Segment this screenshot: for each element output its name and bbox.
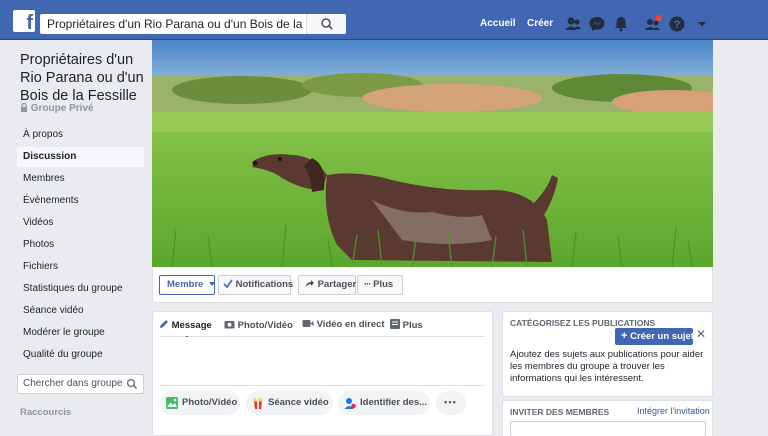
plus-icon: + xyxy=(621,330,628,342)
embed-invite-link[interactable]: Intégrer l'invitation xyxy=(637,406,710,416)
messenger-icon[interactable] xyxy=(587,14,607,34)
group-title[interactable]: Propriétaires d'un Rio Parana ou d'un Bo… xyxy=(20,51,148,105)
group-privacy-text: Groupe Privé xyxy=(30,103,94,114)
composer-tab-more-label: Plus xyxy=(402,320,423,331)
search-icon xyxy=(321,18,333,30)
sidebar-item-moderate-group[interactable]: Modérer le groupe xyxy=(17,323,144,343)
create-topic-button[interactable]: + Créer un sujet xyxy=(615,328,694,345)
sidebar-item-photos[interactable]: Photos xyxy=(17,235,144,255)
composer-tab-live-video-label: Vidéo en direct xyxy=(316,319,385,330)
membership-button-label: Membre xyxy=(167,279,204,290)
nav-create-link[interactable]: Créer xyxy=(527,18,553,29)
composer-action-photo-video[interactable]: Photo/Vidéo xyxy=(160,391,240,415)
composer-tab-photo-video[interactable]: Photo/Vidéo xyxy=(224,319,293,331)
cover-photo-dog-image xyxy=(152,40,713,267)
notifications-bell-icon[interactable] xyxy=(611,14,631,34)
facebook-logo-icon[interactable]: f xyxy=(13,10,35,34)
search-icon xyxy=(126,378,137,389)
share-button-label: Partager xyxy=(317,279,357,290)
pencil-icon xyxy=(160,320,168,328)
sidebar-item-discussion[interactable]: Discussion xyxy=(17,147,144,167)
sidebar-item-about[interactable]: À propos xyxy=(17,125,144,145)
sidebar-item-group-insights[interactable]: Statistiques du groupe xyxy=(17,279,144,299)
more-button-label: Plus xyxy=(373,279,394,290)
more-button[interactable]: ··· Plus xyxy=(357,275,403,295)
composer-action-tag-people-label: Identifier des... xyxy=(360,397,428,408)
notifications-button-label: Notifications xyxy=(235,279,294,290)
lock-icon xyxy=(21,102,27,112)
grid-icon xyxy=(390,319,400,329)
invite-members-input[interactable] xyxy=(510,421,706,436)
search-input-value: Propriétaires d'un Rio Parana ou d'un Bo… xyxy=(47,17,347,31)
sidebar-item-group-quality[interactable]: Qualité du groupe xyxy=(17,345,144,365)
notifications-button[interactable]: Notifications xyxy=(218,275,294,295)
group-search-placeholder: Chercher dans groupe xyxy=(23,378,123,389)
account-menu-chevron-icon[interactable] xyxy=(692,14,712,34)
composer-action-tag-people[interactable]: Identifier des... xyxy=(338,391,430,415)
membership-button[interactable]: Membre xyxy=(159,275,216,295)
invite-members-heading: INVITER DES MEMBRES xyxy=(510,407,610,417)
group-search-input[interactable]: Chercher dans groupe xyxy=(17,374,144,394)
svg-text:?: ? xyxy=(674,19,681,31)
sidebar-item-files[interactable]: Fichiers xyxy=(17,257,144,277)
composer-tab-more[interactable]: Plus xyxy=(390,319,423,331)
composer-tab-message[interactable]: Message xyxy=(159,319,212,331)
popcorn-icon xyxy=(253,397,263,409)
composer-tab-message-label: Message xyxy=(171,320,212,331)
composer-tab-live-video[interactable]: Vidéo en direct xyxy=(302,319,385,330)
share-arrow-icon xyxy=(305,280,314,287)
search-input[interactable]: Propriétaires d'un Rio Parana ou d'un Bo… xyxy=(40,14,346,34)
share-button[interactable]: Partager xyxy=(298,275,356,295)
checkmark-icon xyxy=(223,279,233,289)
chevron-down-icon xyxy=(209,282,216,286)
camera-icon xyxy=(224,321,235,329)
sidebar-item-members[interactable]: Membres xyxy=(17,169,144,189)
sidebar-item-watch-party[interactable]: Séance vidéo xyxy=(17,301,144,321)
sidebar-item-events[interactable]: Évènements xyxy=(17,191,144,211)
group-members-icon[interactable] xyxy=(643,14,663,34)
help-icon[interactable]: ? xyxy=(667,14,687,34)
categorize-posts-heading: CATÉGORISEZ LES PUBLICATIONS xyxy=(510,318,656,328)
composer-action-watch-party[interactable]: Séance vidéo xyxy=(246,391,333,415)
group-privacy-label: Groupe Privé xyxy=(20,102,94,114)
create-topic-label: Créer un sujet xyxy=(630,331,694,342)
more-dots-icon: ··· xyxy=(364,279,371,290)
nav-home-link[interactable]: Accueil xyxy=(480,18,516,29)
composer-action-photo-video-label: Photo/Vidéo xyxy=(182,397,238,408)
friend-requests-icon[interactable] xyxy=(563,14,583,34)
top-navigation-bar: f Propriétaires d'un Rio Parana ou d'un … xyxy=(0,0,768,40)
composer-actions-divider xyxy=(160,385,485,386)
composer-more-actions-button[interactable]: ••• xyxy=(436,391,466,415)
sidebar-item-videos[interactable]: Vidéos xyxy=(17,213,144,233)
shortcuts-heading: Raccourcis xyxy=(20,407,72,418)
close-icon[interactable]: ✕ xyxy=(696,327,706,341)
tag-people-icon xyxy=(344,398,356,409)
photo-icon xyxy=(166,397,178,409)
video-camera-icon xyxy=(302,320,314,327)
categorize-posts-description: Ajoutez des sujets aux publications pour… xyxy=(510,349,704,384)
composer-action-watch-party-label: Séance vidéo xyxy=(268,397,329,408)
search-button[interactable] xyxy=(306,14,346,34)
composer-text-area[interactable] xyxy=(160,337,485,383)
group-cover-photo[interactable] xyxy=(152,40,713,267)
composer-tab-photo-video-label: Photo/Vidéo xyxy=(237,320,293,331)
